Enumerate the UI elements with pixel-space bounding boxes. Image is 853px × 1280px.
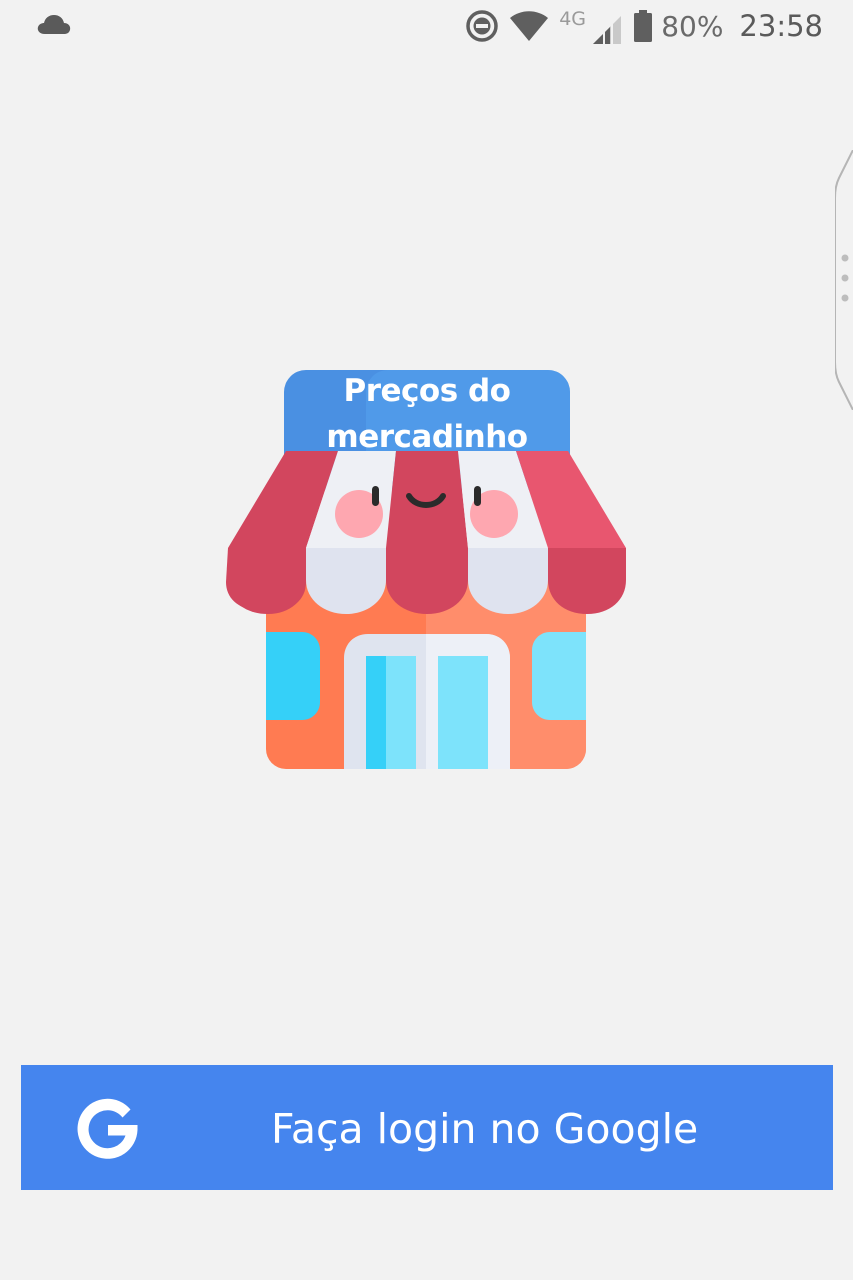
google-login-button[interactable]: Faça login no Google — [21, 1065, 833, 1190]
google-login-label: Faça login no Google — [271, 1105, 699, 1153]
battery-percentage: 80% — [661, 9, 724, 43]
network-indicator: 4G — [559, 8, 623, 44]
logo-sign-text: Preços do mercadinho — [326, 373, 528, 452]
battery-icon — [634, 10, 653, 42]
wifi-icon — [510, 11, 549, 41]
do-not-disturb-icon — [466, 10, 498, 42]
cloud-icon — [37, 15, 71, 34]
status-icons: 4G 80% 23:58 — [465, 6, 823, 46]
status-bar: 4G 80% 23:58 — [0, 0, 853, 52]
network-type-label: 4G — [559, 8, 586, 30]
cell-signal-icon — [593, 16, 622, 44]
google-g-icon — [77, 1098, 138, 1159]
status-clock: 23:58 — [739, 9, 823, 43]
edge-panel-handle[interactable] — [835, 150, 853, 410]
app-logo: Preços do mercadinho — [226, 368, 628, 772]
